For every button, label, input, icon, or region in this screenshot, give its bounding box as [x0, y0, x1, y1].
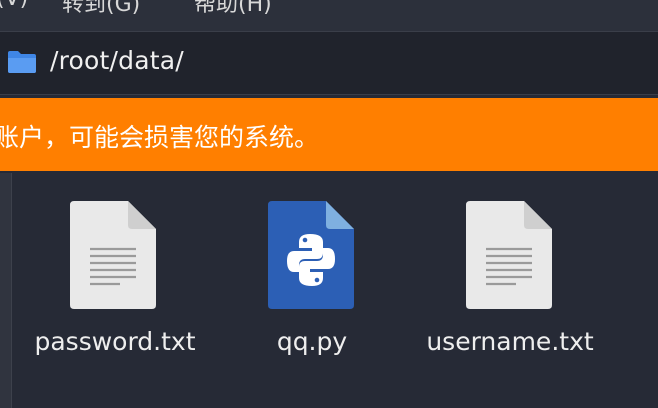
file-name[interactable]: password.txt: [34, 327, 195, 356]
sidebar-edge: [0, 173, 12, 408]
location-bar[interactable]: /root/data/: [0, 31, 658, 95]
folder-icon: [8, 51, 36, 73]
python-file-icon: [268, 201, 354, 309]
menu-view[interactable]: (V): [0, 0, 28, 11]
file-item[interactable]: [70, 201, 156, 309]
file-item[interactable]: [466, 201, 552, 309]
file-item[interactable]: [268, 201, 354, 309]
menu-go[interactable]: 转到(G): [62, 0, 140, 18]
menu-bar: (V) 转到(G) 帮助(H): [0, 0, 658, 31]
text-file-icon: [70, 201, 156, 309]
file-view: password.txt qq.py username.txt: [12, 173, 658, 408]
location-path[interactable]: /root/data/: [50, 46, 184, 75]
menu-help[interactable]: 帮助(H): [194, 0, 272, 18]
file-name[interactable]: qq.py: [277, 327, 347, 356]
warning-banner: 账户，可能会损害您的系统。: [0, 98, 658, 171]
file-name[interactable]: username.txt: [426, 327, 593, 356]
warning-text: 账户，可能会损害您的系统。: [0, 123, 320, 152]
text-file-icon: [466, 201, 552, 309]
